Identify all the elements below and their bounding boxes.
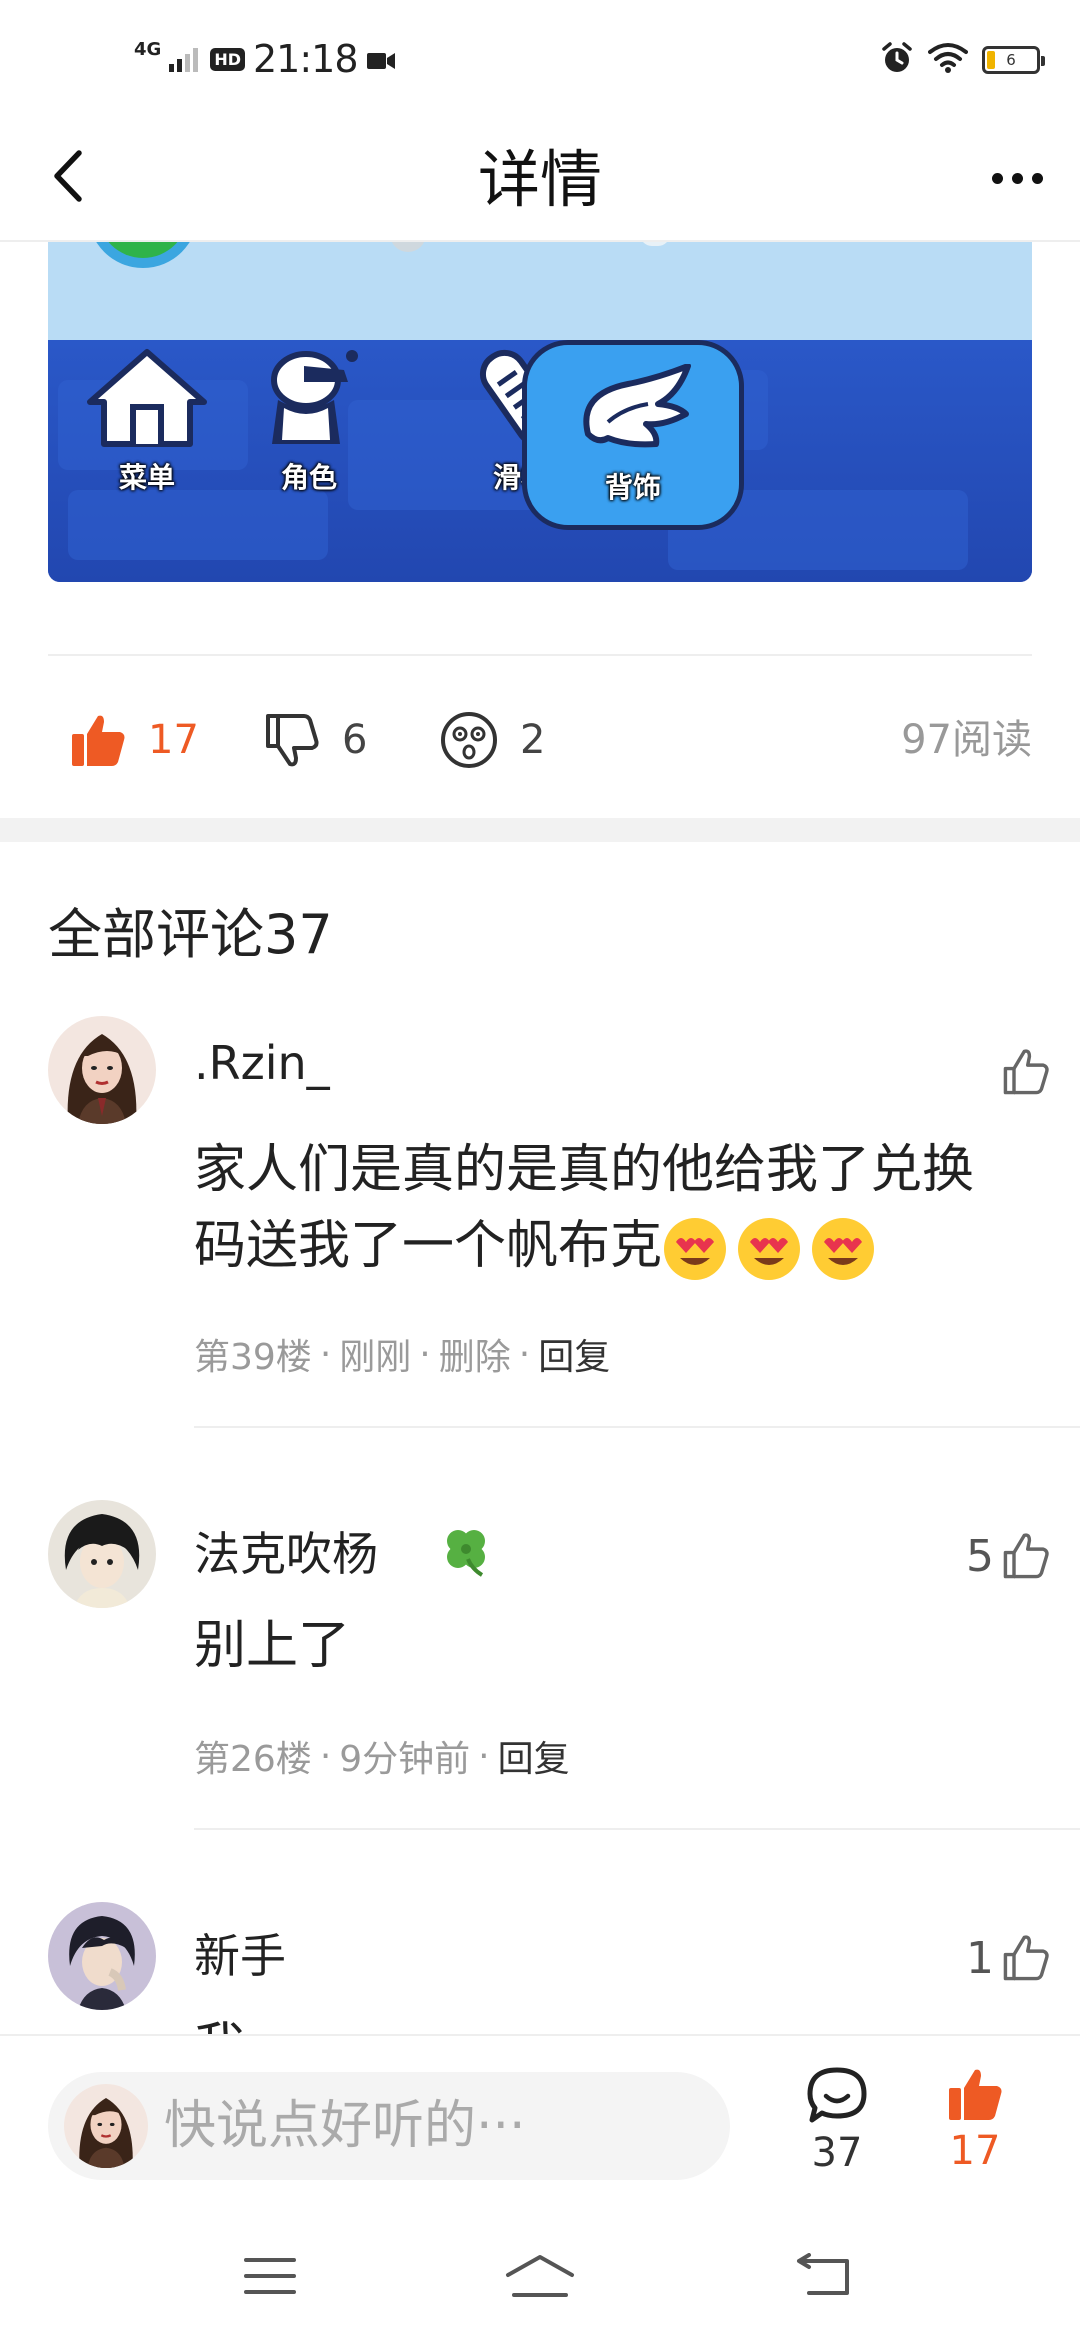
banner-decoration <box>640 242 670 246</box>
reply-link[interactable]: 回复 <box>498 1730 570 1782</box>
comment-count: 37 <box>811 2130 863 2176</box>
status-left: 4G HD 21:18 <box>134 34 396 84</box>
like-count: 17 <box>148 717 199 763</box>
menu-item-label: 角色 <box>280 461 337 494</box>
comment-author[interactable]: .Rzin_ <box>194 1036 330 1090</box>
recent-apps-button[interactable] <box>230 2246 310 2306</box>
nav-bar: 详情 <box>0 118 1080 242</box>
status-time: 21:18 <box>252 37 359 81</box>
comment-like-count: 1 <box>966 1932 994 1984</box>
like-button[interactable]: 17 <box>70 710 199 770</box>
comment-meta: 第26楼 · 9分钟前 · 回复 <box>194 1730 570 1782</box>
wing-icon <box>583 364 691 448</box>
heart-eyes-emoji-icon <box>738 1218 801 1280</box>
menu-item-label: 菜单 <box>118 461 175 494</box>
thumbs-down-icon <box>266 714 319 767</box>
thumbs-up-filled-icon <box>949 2069 1002 2120</box>
more-dot <box>1031 172 1043 184</box>
comment-text: 家人们是真的是真的他给我了兑换码送我了一个帆布克😍😍😍 <box>194 1132 1024 1284</box>
more-dot <box>1011 172 1023 184</box>
home-icon <box>87 349 207 447</box>
read-count: 97阅读 <box>901 717 1032 763</box>
home-outline-icon <box>506 2255 574 2297</box>
network-label: 4G <box>134 38 162 60</box>
thumbs-up-icon <box>1003 1049 1049 1095</box>
banner-decoration <box>390 242 426 252</box>
like-count: 17 <box>949 2128 1001 2174</box>
alarm-icon <box>880 41 914 79</box>
comment-author[interactable]: 法克吹杨 <box>194 1518 494 1584</box>
comment-floor: 第39楼 <box>194 1337 312 1378</box>
like-button-bottom[interactable]: 17 <box>930 2066 1020 2196</box>
thumbs-up-icon <box>1003 1935 1049 1981</box>
signal-icon <box>169 46 199 72</box>
post-image[interactable]: 菜单 角色 滑板 背饰 <box>48 242 1032 582</box>
comment-bubble-icon <box>807 2067 867 2123</box>
hd-badge: HD <box>210 47 245 71</box>
delete-link[interactable]: 删除 <box>439 1328 511 1380</box>
battery-icon: 6 <box>982 46 1045 74</box>
wow-button[interactable]: 2 <box>440 710 545 770</box>
comment-input[interactable]: 快说点好听的··· <box>48 2072 730 2180</box>
divider <box>48 654 1032 656</box>
video-record-icon <box>366 36 396 82</box>
avatar[interactable] <box>48 1016 156 1124</box>
comment-time: 刚刚 <box>339 1337 412 1378</box>
wow-count: 2 <box>520 717 546 763</box>
more-dot <box>991 172 1003 184</box>
heart-eyes-emoji-icon <box>664 1218 727 1280</box>
game-menu-item-active: 背饰 <box>522 340 744 530</box>
comment-meta: 第39楼 · 刚刚 · 删除 · 回复 <box>194 1328 610 1380</box>
input-placeholder: 快说点好听的··· <box>164 2096 526 2156</box>
thumbs-up-filled-icon <box>72 715 125 766</box>
page-title: 详情 <box>477 143 602 216</box>
comment-time: 9分钟前 <box>339 1739 471 1780</box>
back-nav-button[interactable] <box>784 2246 864 2306</box>
comment-like-button[interactable] <box>994 1042 1050 1102</box>
back-arrow-icon <box>797 2253 849 2295</box>
system-nav-bar <box>0 2204 1080 2340</box>
four-leaf-clover-icon <box>447 1530 485 1577</box>
thumbs-up-icon <box>1003 1533 1049 1579</box>
reply-link[interactable]: 回复 <box>538 1328 610 1380</box>
comment-item: 新手 1 我 <box>0 1902 1080 2034</box>
divider <box>194 1828 1080 1830</box>
status-right: 6 <box>880 40 1045 80</box>
status-bar: 4G HD 21:18 6 <box>0 0 1080 118</box>
character-icon <box>271 350 358 444</box>
banner-decoration <box>88 242 198 268</box>
comment-like-button[interactable]: 1 <box>966 1928 1050 1988</box>
dislike-button[interactable]: 6 <box>264 710 367 770</box>
comment-input-bar: 快说点好听的··· 37 17 <box>0 2034 1080 2204</box>
comment-floor: 第26楼 <box>194 1739 312 1780</box>
heart-eyes-emoji-icon <box>812 1218 875 1280</box>
banner-sky <box>48 242 1032 340</box>
comment-text: 我 <box>194 2010 1024 2034</box>
comment-like-count: 5 <box>966 1530 994 1582</box>
comments-button[interactable]: 37 <box>792 2066 882 2196</box>
dislike-count: 6 <box>342 717 368 763</box>
game-menu-item: 菜单 <box>72 346 222 526</box>
wifi-icon <box>928 42 968 78</box>
divider <box>194 1426 1080 1428</box>
more-button[interactable] <box>982 148 1052 208</box>
avatar[interactable] <box>48 1500 156 1608</box>
avatar[interactable] <box>48 1902 156 2010</box>
comment-author-name: 法克吹杨 <box>194 1527 378 1581</box>
reaction-row: 17 6 2 97阅读 <box>48 690 1032 786</box>
avatar <box>64 2084 148 2168</box>
battery-level: 6 <box>1006 51 1016 69</box>
surprised-face-icon <box>441 712 497 768</box>
menu-lines-icon <box>244 2258 296 2294</box>
comment-author[interactable]: 新手 <box>194 1920 286 1986</box>
home-button[interactable] <box>500 2246 580 2306</box>
menu-item-label: 背饰 <box>604 471 661 504</box>
comments-header: 全部评论37 <box>48 903 333 966</box>
game-menu-item: 角色 <box>234 346 384 526</box>
comment-text: 别上了 <box>194 1616 351 1676</box>
section-gap <box>0 818 1080 842</box>
comment-like-button[interactable]: 5 <box>966 1526 1050 1586</box>
